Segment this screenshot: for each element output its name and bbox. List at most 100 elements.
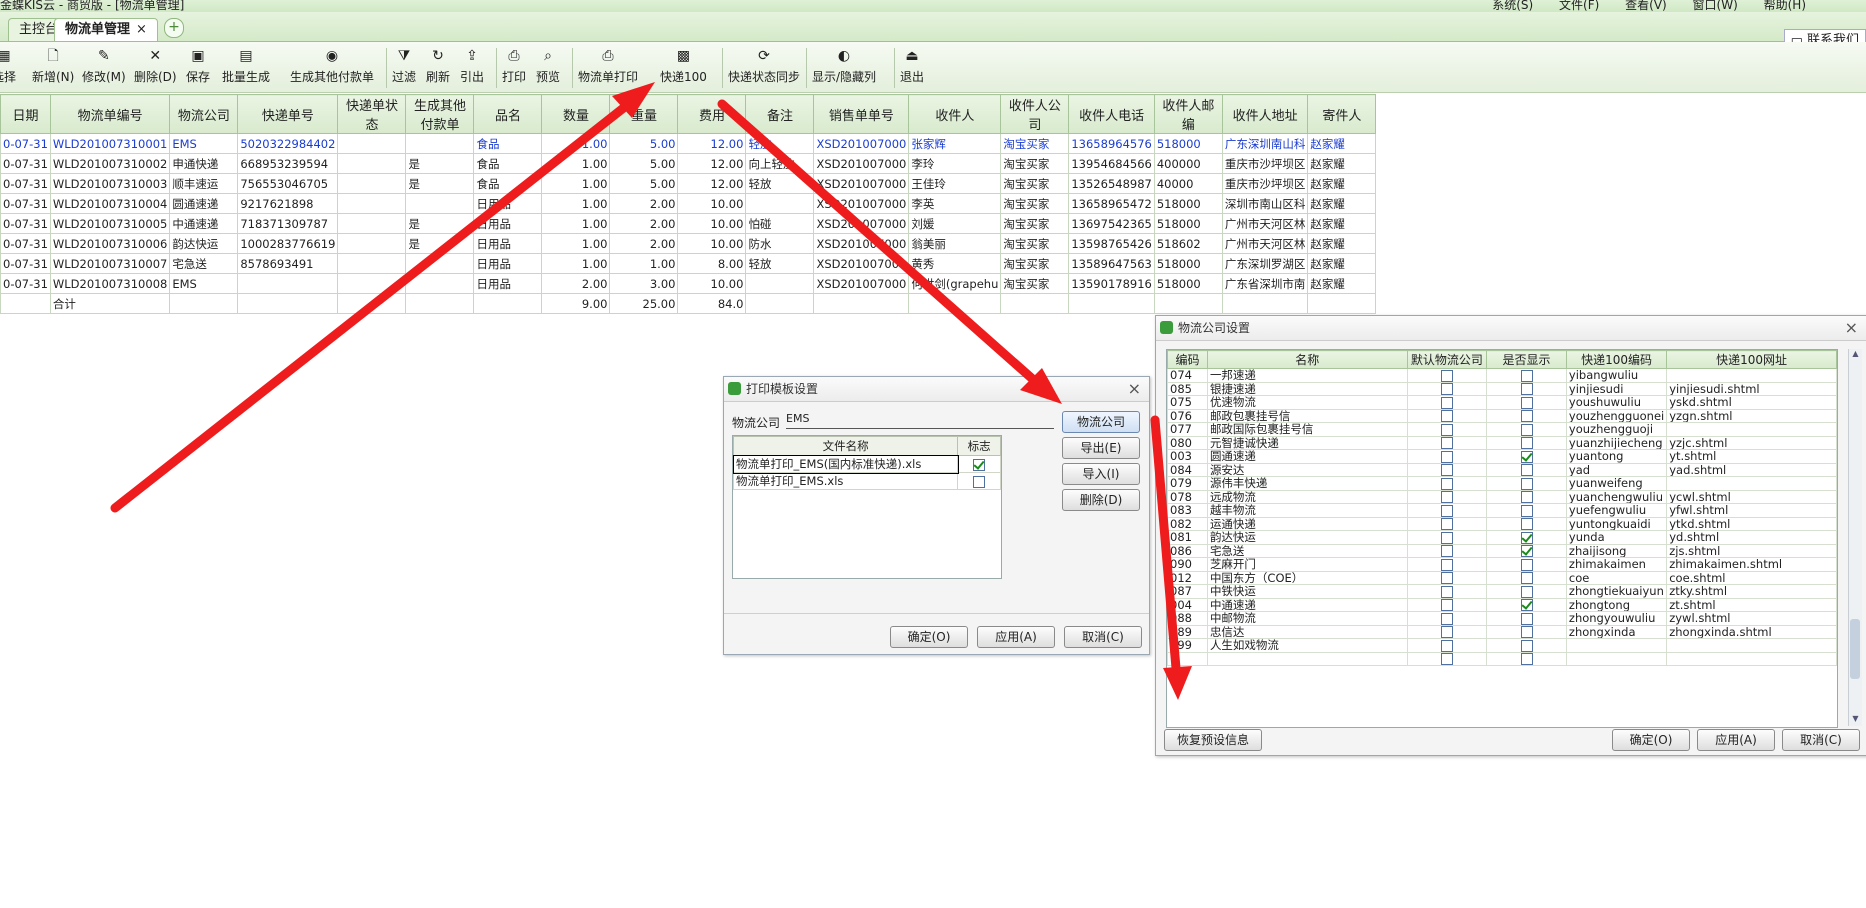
company-cell[interactable]: yuantong <box>1565 449 1668 464</box>
grid-cell[interactable]: 756553046705 <box>237 173 339 194</box>
table-row[interactable]: 0-07-31 WLD201007310001 EMS 5020322984402 食品… <box>0 133 1377 154</box>
tab-logistics[interactable]: 物流单管理 × <box>54 18 158 41</box>
grid-cell[interactable]: 顺丰速运 <box>169 173 239 194</box>
grid-cell[interactable]: 12.00 <box>677 133 747 154</box>
grid-cell[interactable]: 0-07-31 <box>0 213 51 234</box>
table-row[interactable]: 0-07-31 WLD201007310003 顺丰速运 756553046705 是食… <box>0 173 1377 194</box>
grid-cell[interactable]: 1.00 <box>541 213 611 234</box>
grid-cell[interactable] <box>405 273 475 294</box>
default-company-checkbox[interactable] <box>1440 545 1453 557</box>
grid-cell[interactable]: 申通快递 <box>169 153 239 174</box>
default-company-checkbox[interactable] <box>1440 518 1453 530</box>
add-tab-icon[interactable]: + <box>164 18 184 38</box>
company-cell[interactable]: 银捷速递 <box>1206 381 1408 396</box>
grid-cell[interactable]: 2.00 <box>609 193 679 214</box>
toolbar-print-button[interactable]: ⎙ 打印 <box>502 46 526 90</box>
default-company-checkbox[interactable] <box>1440 369 1453 382</box>
grid-cell[interactable] <box>337 253 407 274</box>
company-cell[interactable]: 人生如戏物流 <box>1206 638 1408 653</box>
company-cell[interactable] <box>1206 651 1408 666</box>
grid-col-header[interactable]: 品名 <box>473 94 543 134</box>
grid-col-header[interactable]: 收件人地址 <box>1221 94 1309 134</box>
company-cell[interactable]: 082 <box>1167 516 1208 531</box>
grid-cell[interactable] <box>337 193 407 214</box>
table-row[interactable]: 081 韵达快运 yunda yd.shtml <box>1167 530 1837 545</box>
company-cell[interactable]: youshuwuliu <box>1565 395 1668 410</box>
company-cell[interactable]: 忠信达 <box>1206 624 1408 639</box>
default-company-checkbox[interactable] <box>1440 396 1453 409</box>
company-cell[interactable]: 081 <box>1167 530 1208 545</box>
grid-cell[interactable]: 刘媛 <box>908 213 1002 234</box>
company-cell[interactable]: yuntongkuaidi <box>1565 516 1668 531</box>
grid-col-header[interactable]: 物流公司 <box>169 94 239 134</box>
logistics-company-button[interactable]: 物流公司 <box>1062 411 1140 433</box>
visible-checkbox[interactable] <box>1520 599 1533 611</box>
export-button[interactable]: 导出(E) <box>1062 437 1140 459</box>
company-cell[interactable]: yuanchengwuliu <box>1565 489 1668 504</box>
company-cell[interactable]: 远成物流 <box>1206 489 1408 504</box>
grid-cell[interactable] <box>337 233 407 254</box>
company-cell[interactable]: 088 <box>1167 611 1208 626</box>
toolbar-exit-button[interactable]: ⏏ 退出 <box>900 46 924 90</box>
grid-cell[interactable] <box>745 273 815 294</box>
company-col-header[interactable]: 快递100编码 <box>1565 350 1668 369</box>
table-row[interactable]: 080 元智捷诚快递 yuanzhijiecheng yzjc.shtml <box>1167 435 1837 450</box>
grid-cell[interactable]: 淘宝买家 <box>1000 273 1070 294</box>
grid-cell[interactable]: 是 <box>405 153 475 174</box>
default-company-checkbox[interactable] <box>1440 585 1453 598</box>
grid-col-header[interactable]: 快递单状态 <box>337 94 407 134</box>
grid-cell[interactable]: 12.00 <box>677 153 747 174</box>
table-row[interactable]: 076 邮政包裹挂号信 youzhengguonei yzgn.shtml <box>1167 408 1837 423</box>
grid-cell[interactable]: 赵家耀 <box>1307 253 1377 274</box>
company-col-header[interactable]: 是否显示 <box>1486 350 1567 369</box>
company-cell[interactable]: yfwl.shtml <box>1666 503 1837 518</box>
grid-cell[interactable] <box>337 133 407 154</box>
company-cell[interactable]: 中邮物流 <box>1206 611 1408 626</box>
table-row[interactable]: 078 远成物流 yuanchengwuliu ycwl.shtml <box>1167 489 1837 504</box>
company-cell[interactable]: 099 <box>1167 638 1208 653</box>
toolbar-payment-button[interactable]: ◉ 生成其他付款单 <box>290 46 374 90</box>
grid-col-header[interactable]: 销售单单号 <box>813 94 910 134</box>
grid-cell[interactable]: XSD201007000 <box>813 133 910 154</box>
company-cell[interactable]: 012 <box>1167 570 1208 585</box>
table-row[interactable] <box>1167 651 1837 666</box>
grid-cell[interactable]: 2.00 <box>609 233 679 254</box>
company-cell[interactable]: 中国东方（COE） <box>1206 570 1408 585</box>
visible-checkbox[interactable] <box>1520 545 1533 557</box>
company-cell[interactable]: 083 <box>1167 503 1208 518</box>
company-cell[interactable]: zhongxinda <box>1565 624 1668 639</box>
company-col-header[interactable]: 默认物流公司 <box>1406 350 1488 369</box>
table-row[interactable]: 0-07-31 WLD201007310004 圆通速递 9217621898 日用品 1… <box>0 193 1377 214</box>
toolbar-delete-button[interactable]: ✕ 删除(D) <box>134 46 177 90</box>
grid-cell[interactable]: 日用品 <box>473 253 543 274</box>
default-company-checkbox[interactable] <box>1440 477 1453 490</box>
vertical-scrollbar[interactable]: ▲ ▼ <box>1848 349 1862 726</box>
grid-cell[interactable]: 日用品 <box>473 193 543 214</box>
grid-cell[interactable]: 向上轻放 <box>745 153 815 174</box>
table-row[interactable]: 090 芝麻开门 zhimakaimen zhimakaimen.shtml <box>1167 557 1837 572</box>
company-cell[interactable]: zjs.shtml <box>1666 543 1837 558</box>
company-cell[interactable]: 004 <box>1167 597 1208 612</box>
grid-cell[interactable]: 518000 <box>1153 253 1223 274</box>
grid-cell[interactable]: 1.00 <box>541 173 611 194</box>
toolbar-sync-button[interactable]: ⟳ 快递状态同步 <box>728 46 800 90</box>
grid-cell[interactable]: 广东省深圳市南 <box>1221 273 1309 294</box>
toolbar-kuaidi100-button[interactable]: ▩ 快递100 <box>660 46 707 90</box>
company-cell[interactable]: yinjiesudi.shtml <box>1666 381 1837 396</box>
grid-cell[interactable]: XSD201007000 <box>813 273 910 294</box>
grid-cell[interactable]: WLD201007310006 <box>49 233 171 254</box>
company-cell[interactable] <box>1666 368 1837 383</box>
grid-cell[interactable]: XSD201007000 <box>813 233 910 254</box>
company-cell[interactable]: 中铁快运 <box>1206 584 1408 599</box>
grid-cell[interactable]: 3.00 <box>609 273 679 294</box>
company-cell[interactable]: 中通速递 <box>1206 597 1408 612</box>
default-company-checkbox[interactable] <box>1440 437 1453 449</box>
toolbar-save-button[interactable]: ▣ 保存 <box>186 46 210 90</box>
company-cell[interactable]: zhimakaimen <box>1565 557 1668 572</box>
table-row[interactable]: 0-07-31 WLD201007310007 宅急送 8578693491 日用品 1.… <box>0 253 1377 274</box>
grid-cell[interactable]: 13697542365 <box>1068 213 1155 234</box>
grid-cell[interactable]: 李英 <box>908 193 1002 214</box>
grid-cell[interactable]: 13658964576 <box>1068 133 1155 154</box>
visible-checkbox[interactable] <box>1520 464 1533 476</box>
grid-cell[interactable]: 李玲 <box>908 153 1002 174</box>
